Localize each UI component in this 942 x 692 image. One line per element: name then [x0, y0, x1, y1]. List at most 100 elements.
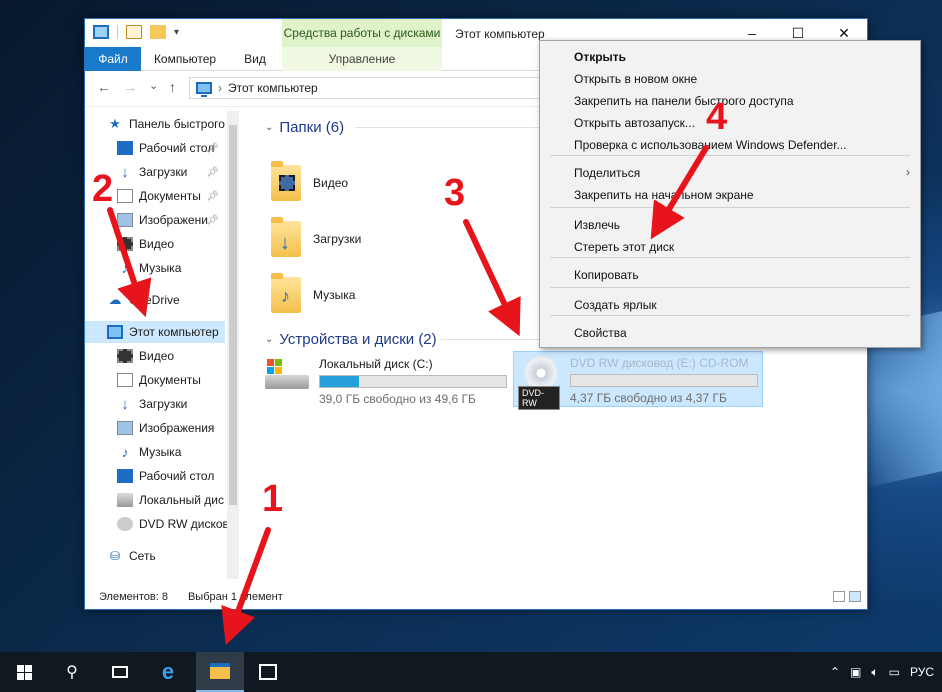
quick-access-toolbar: ▾	[93, 25, 179, 39]
sidebar-item[interactable]: Рабочий стол	[85, 465, 225, 487]
video-icon	[117, 237, 133, 251]
sidebar-item-label: Изображени	[139, 213, 208, 227]
chevron-down-icon: ⌄	[265, 334, 274, 345]
new-folder-icon[interactable]	[150, 25, 166, 39]
sidebar-item[interactable]: Этот компьютер	[85, 321, 225, 343]
sidebar-item[interactable]: ♪ Музыка	[85, 441, 225, 463]
network-icon: ⛁	[109, 549, 121, 563]
properties-icon[interactable]	[126, 25, 142, 39]
folder-tile-downloads[interactable]: ↓ Загрузки	[271, 217, 361, 257]
forward-arrow-icon[interactable]: →	[123, 79, 137, 95]
folders-group-header[interactable]: ⌄ Папки (6)	[265, 119, 344, 136]
search-button[interactable]: ⚲	[48, 652, 96, 692]
scroll-thumb[interactable]	[229, 125, 237, 505]
context-menu: › Открыть Открыть в новом окне Закрепить н…	[539, 40, 921, 348]
video-folder-icon	[271, 161, 301, 201]
menu-item[interactable]: Создать ярлык	[574, 295, 657, 315]
sidebar-item[interactable]: Видео	[85, 345, 225, 367]
sidebar-item[interactable]: ⛁ Сеть	[85, 545, 225, 567]
menu-item[interactable]: Свойства	[574, 323, 627, 343]
start-button[interactable]	[0, 652, 48, 692]
status-bar: Элементов: 8 Выбран 1 элемент	[85, 585, 867, 609]
edge-button[interactable]: e	[144, 652, 192, 692]
sidebar-item[interactable]: Рабочий стол 📌︎	[85, 137, 225, 159]
notification-icon[interactable]: ▭	[889, 665, 900, 679]
task-view-button[interactable]	[96, 652, 144, 692]
sidebar-item[interactable]: Изображения	[85, 417, 225, 439]
up-arrow-icon[interactable]: ↑	[169, 79, 176, 95]
devices-group-header[interactable]: ⌄ Устройства и диски (2)	[265, 331, 437, 348]
sidebar-item[interactable]: Документы	[85, 369, 225, 391]
selection-status: Выбран 1 элемент	[187, 591, 283, 603]
recent-locations-icon[interactable]: ⌄	[149, 79, 158, 92]
tab-view[interactable]: Вид	[233, 47, 277, 71]
language-indicator[interactable]: РУС	[910, 665, 934, 679]
video-icon	[117, 349, 133, 363]
tab-file[interactable]: Файл	[85, 47, 141, 71]
nav-scrollbar[interactable]	[227, 111, 239, 579]
menu-item[interactable]: Открыть	[574, 47, 626, 67]
explorer-taskbar-button[interactable]	[196, 652, 244, 692]
store-button[interactable]	[244, 652, 292, 692]
sidebar-item[interactable]: ☁ OneDrive	[85, 289, 225, 311]
network-icon[interactable]: ▣	[850, 665, 861, 679]
tab-computer[interactable]: Компьютер	[147, 47, 223, 71]
menu-item[interactable]: Открыть в новом окне	[574, 69, 697, 89]
menu-item[interactable]: Копировать	[574, 265, 639, 285]
item-count: Элементов: 8	[99, 591, 168, 603]
drive-tile-dvd[interactable]: DVD-RW DVD RW дисковод (E:) CD-ROM 4,37 …	[513, 351, 763, 410]
breadcrumb[interactable]: Этот компьютер	[228, 81, 318, 95]
sidebar-item[interactable]: Изображени 📌︎	[85, 209, 225, 231]
sidebar-item-label: Музыка	[139, 261, 182, 275]
details-view-icon[interactable]	[833, 591, 845, 602]
start-icon	[16, 664, 32, 680]
download-icon: ↓	[121, 395, 129, 413]
menu-item[interactable]: Открыть автозапуск...	[574, 113, 695, 133]
tab-manage[interactable]: Управление	[282, 47, 442, 71]
folder-tile-music[interactable]: ♪ Музыка	[271, 273, 355, 313]
drive-usage-bar	[319, 375, 507, 388]
pin-icon: 📌︎	[206, 214, 219, 226]
sidebar-item[interactable]: DVD RW дисков	[85, 513, 229, 535]
sidebar-item[interactable]: Видео	[85, 233, 225, 255]
drive-icon	[117, 493, 133, 507]
computer-icon	[196, 82, 212, 97]
menu-item[interactable]: Извлечь	[574, 215, 620, 235]
annotation-label-4: 4	[706, 96, 728, 138]
back-arrow-icon[interactable]: ←	[97, 79, 111, 95]
sidebar-item[interactable]: ↓ Загрузки	[85, 393, 225, 415]
sidebar-item[interactable]: ♪ Музыка	[85, 257, 225, 279]
chevron-up-icon[interactable]: ⌃	[830, 665, 840, 679]
chevron-down-icon[interactable]: ▾	[174, 27, 179, 38]
computer-icon[interactable]	[93, 25, 109, 39]
sidebar-item-label: Загрузки	[139, 165, 188, 179]
drive-usage-bar	[570, 374, 758, 387]
taskbar: ⚲ e ⌃ ▣ 🔈︎ ▭ РУС	[0, 652, 942, 692]
document-icon	[117, 373, 133, 387]
toolbar-divider	[117, 25, 118, 39]
annotation-label-2: 2	[92, 168, 114, 210]
sidebar-item-label: DVD RW дисков	[139, 517, 229, 531]
disk-tools-tab-header: Средства работы с дисками	[282, 19, 442, 47]
menu-item[interactable]: Закрепить на начальном экране	[574, 185, 754, 205]
sidebar-item-label: Изображения	[139, 421, 215, 435]
folder-tile-video[interactable]: Видео	[271, 161, 348, 201]
large-icons-view-icon[interactable]	[849, 591, 861, 602]
sidebar-item-label: Видео	[139, 349, 175, 363]
menu-item[interactable]: Стереть этот диск	[574, 237, 674, 257]
menu-item[interactable]: Поделиться	[574, 163, 640, 183]
sidebar-item[interactable]: Локальный дис	[85, 489, 225, 511]
music-icon: ♪	[121, 444, 129, 460]
menu-item[interactable]: Закрепить на панели быстрого доступа	[574, 91, 794, 111]
drive-tile-c[interactable]: Локальный диск (C:) 39,0 ГБ свободно из …	[265, 357, 507, 406]
menu-separator	[550, 287, 910, 288]
system-tray: ⌃ ▣ 🔈︎ ▭ РУС	[830, 652, 942, 692]
menu-separator	[550, 155, 910, 156]
view-switcher	[833, 591, 861, 602]
annotation-label-1: 1	[262, 478, 284, 520]
downloads-folder-icon: ↓	[271, 217, 301, 257]
volume-icon[interactable]: 🔈︎	[871, 665, 878, 680]
sidebar-item[interactable]: ★ Панель быстрого	[85, 113, 225, 135]
dvd-badge: DVD-RW	[518, 386, 560, 410]
pin-icon: 📌︎	[206, 190, 219, 202]
